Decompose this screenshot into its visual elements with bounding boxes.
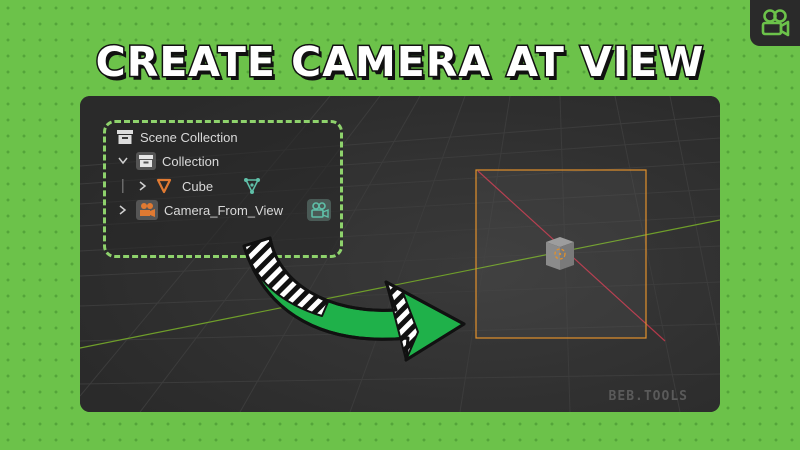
collection-icon	[136, 152, 156, 170]
chevron-down-icon[interactable]	[116, 157, 130, 165]
chevron-right-icon[interactable]	[136, 181, 150, 191]
tree-guide-line	[116, 179, 130, 193]
watermark: BEB.TOOLS	[608, 389, 688, 404]
outliner-item-scene-collection[interactable]: Scene Collection	[116, 127, 238, 147]
headline-title: CREATE CAMERA AT VIEW	[94, 37, 705, 88]
curved-arrow-icon	[242, 236, 466, 362]
outliner-item-label: Scene Collection	[140, 129, 238, 145]
outliner-item-collection[interactable]: Collection	[116, 151, 219, 171]
scene-collection-icon	[116, 129, 134, 145]
camera-logo-icon	[761, 9, 790, 37]
camera-data-icon[interactable]	[306, 199, 331, 221]
mesh-object-icon	[156, 178, 172, 194]
mesh-data-icon[interactable]	[243, 177, 261, 195]
outliner-item-cube[interactable]: Cube	[116, 176, 261, 196]
outliner-item-label: Collection	[162, 153, 220, 169]
outliner-item-label: Cube	[182, 178, 214, 194]
outliner-item-label: Camera_From_View	[164, 202, 283, 218]
camera-object-icon	[136, 200, 158, 220]
chevron-right-icon[interactable]	[116, 205, 130, 215]
outliner-item-camera[interactable]: Camera_From_View	[116, 199, 331, 221]
